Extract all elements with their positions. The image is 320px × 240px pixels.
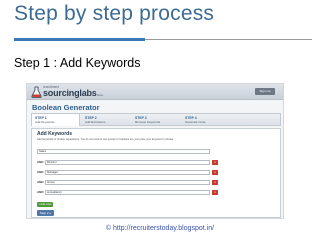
tab-step-label: Add Exclusions: [85, 120, 106, 124]
boolean-operator: AND: [37, 180, 44, 184]
source-credit: © http://recruiterstoday.blogspot.in/: [105, 225, 215, 232]
keyword-input[interactable]: Manager: [45, 170, 210, 175]
boolean-operator: AND: [37, 160, 44, 164]
app-title: Boolean Generator: [32, 103, 100, 112]
flask-logo-icon: [31, 86, 42, 98]
boolean-operator: AND: [37, 170, 44, 174]
keyword-row: AND consultancy x: [37, 190, 227, 195]
embedded-screenshot: recruitment sourcinglabs beta Sign me Bo…: [26, 83, 284, 219]
sign-in-button[interactable]: Sign me: [255, 88, 275, 95]
step-heading: Step 1 : Add Keywords: [14, 56, 141, 70]
panel-instructions: Add keywords or phrase separations. You …: [37, 138, 174, 141]
tab-step-label: Generate Code: [185, 120, 206, 124]
panel-heading: Add Keywords: [37, 131, 73, 137]
tab-step-3[interactable]: STEP 3 Remove Keywords: [132, 114, 180, 126]
keyword-row-first: Sales: [37, 149, 227, 154]
tab-step-label: Remove Keywords: [135, 120, 161, 124]
tab-step-2[interactable]: STEP 2 Add Exclusions: [82, 114, 130, 126]
tab-step-label: Add Keywords: [35, 120, 55, 124]
tab-step-4[interactable]: STEP 4 Generate Code: [182, 114, 230, 126]
keyword-row: AND Director x: [37, 160, 227, 165]
keyword-input[interactable]: Sales: [37, 149, 210, 154]
keyword-row: AND Group x: [37, 180, 227, 185]
keyword-input[interactable]: consultancy: [45, 190, 210, 195]
step-tabs: STEP 1 Add Keywords STEP 2 Add Exclusion…: [31, 113, 281, 126]
title-underline-line: [145, 39, 312, 40]
add-keywords-panel: Add Keywords Add keywords or phrase sepa…: [31, 128, 281, 218]
next-step-button[interactable]: Step 2 »: [37, 210, 54, 216]
boolean-operator: AND: [37, 190, 44, 194]
keyword-row: AND Manager x: [37, 170, 227, 175]
remove-keyword-button[interactable]: x: [212, 160, 218, 165]
keyword-input[interactable]: Group: [45, 180, 210, 185]
beta-badge: beta: [97, 93, 103, 97]
add-more-button[interactable]: + Add more: [37, 202, 53, 207]
remove-keyword-button[interactable]: x: [212, 180, 218, 185]
remove-keyword-button[interactable]: x: [212, 190, 218, 195]
tab-step-1[interactable]: STEP 1 Add Keywords: [32, 114, 80, 126]
app-header: recruitment sourcinglabs beta Sign me: [27, 84, 283, 100]
slide-title: Step by step process: [14, 2, 215, 25]
keyword-input[interactable]: Director: [45, 160, 210, 165]
logo-wordmark[interactable]: sourcinglabs: [43, 88, 97, 98]
title-underline-accent: [14, 38, 146, 41]
title-underline: [14, 38, 312, 41]
remove-keyword-button[interactable]: x: [212, 170, 218, 175]
